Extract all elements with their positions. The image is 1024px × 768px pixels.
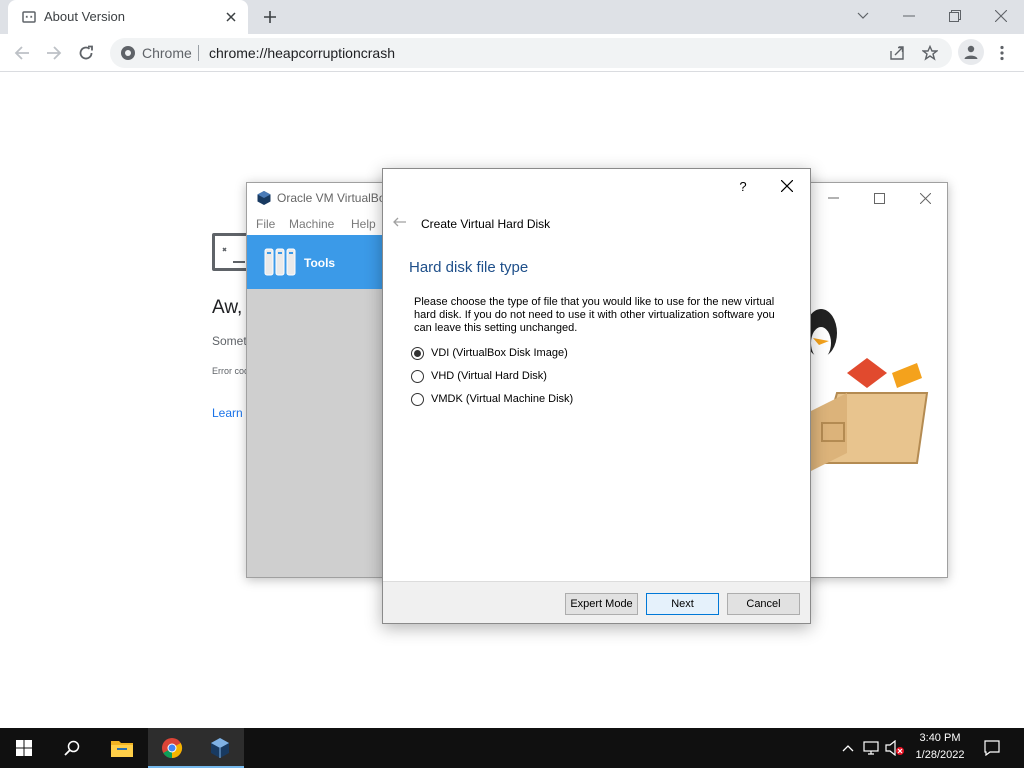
tools-item[interactable]: Tools bbox=[247, 235, 387, 289]
virtualbox-toolbox-illustration bbox=[807, 309, 929, 473]
search-icon bbox=[64, 740, 80, 756]
radio-label: VHD (Virtual Hard Disk) bbox=[431, 370, 547, 382]
tools-icon bbox=[264, 248, 296, 276]
radio-option-vdi[interactable]: VDI (VirtualBox Disk Image) bbox=[411, 345, 568, 361]
chrome-site-icon bbox=[121, 46, 135, 60]
virtualbox-taskbar-button[interactable] bbox=[196, 728, 244, 768]
search-button[interactable] bbox=[48, 728, 96, 768]
restore-icon[interactable] bbox=[932, 2, 978, 30]
wizard-title: Create Virtual Hard Disk bbox=[421, 217, 551, 231]
sad-tab-icon bbox=[22, 11, 36, 23]
crash-body-text: Somet bbox=[212, 334, 247, 348]
back-arrow-icon[interactable] bbox=[8, 39, 36, 67]
forward-arrow-icon[interactable] bbox=[40, 39, 68, 67]
crash-error-code: Error cod bbox=[212, 366, 250, 376]
radio-button[interactable] bbox=[411, 346, 424, 360]
radio-button[interactable] bbox=[411, 392, 424, 406]
vbox-maximize-icon[interactable] bbox=[856, 183, 902, 213]
virtualbox-logo-icon bbox=[211, 738, 229, 758]
network-icon[interactable] bbox=[862, 738, 882, 758]
minimize-icon[interactable] bbox=[886, 2, 932, 30]
chrome-logo-icon bbox=[162, 738, 183, 759]
menu-help[interactable]: Help bbox=[351, 217, 376, 231]
tab-search-chevron-icon[interactable] bbox=[840, 2, 886, 30]
reload-icon[interactable] bbox=[72, 39, 100, 67]
vbox-close-icon[interactable] bbox=[902, 183, 947, 213]
bookmark-star-icon[interactable] bbox=[920, 43, 940, 63]
menu-file[interactable]: File bbox=[256, 217, 275, 231]
tab-close-icon[interactable] bbox=[220, 6, 242, 28]
expert-mode-button[interactable]: Expert Mode bbox=[565, 593, 638, 615]
virtualbox-logo-icon bbox=[257, 191, 271, 205]
windows-taskbar: 3:40 PM 1/28/2022 bbox=[0, 728, 1024, 768]
volume-muted-icon[interactable] bbox=[885, 738, 905, 758]
radio-option-vmdk[interactable]: VMDK (Virtual Machine Disk) bbox=[411, 391, 573, 407]
tab-title: About Version bbox=[44, 9, 125, 24]
tools-label: Tools bbox=[304, 256, 336, 270]
chrome-taskbar-button[interactable] bbox=[148, 728, 196, 768]
dialog-button-bar: Expert Mode Next Cancel bbox=[383, 581, 810, 623]
create-virtual-hard-disk-dialog: ? Create Virtual Hard Disk Hard disk fil… bbox=[382, 168, 811, 624]
omnibox-separator bbox=[198, 45, 199, 61]
help-button[interactable]: ? bbox=[733, 175, 753, 197]
browser-tab-strip: About Version bbox=[0, 0, 1024, 34]
notifications-icon[interactable] bbox=[982, 738, 1002, 758]
address-bar[interactable]: Chrome chrome://heapcorruptioncrash bbox=[110, 38, 952, 68]
page-heading: Hard disk file type bbox=[409, 259, 529, 276]
dialog-close-icon[interactable] bbox=[775, 175, 799, 197]
omnibox-chrome-label: Chrome bbox=[142, 45, 192, 61]
browser-tab[interactable]: About Version bbox=[8, 0, 248, 34]
url-text[interactable]: chrome://heapcorruptioncrash bbox=[209, 45, 395, 61]
radio-button[interactable] bbox=[411, 369, 424, 383]
start-button[interactable] bbox=[0, 728, 48, 768]
cancel-button[interactable]: Cancel bbox=[727, 593, 800, 615]
next-button[interactable]: Next bbox=[646, 593, 719, 615]
profile-avatar-icon[interactable] bbox=[958, 39, 984, 65]
share-icon[interactable] bbox=[887, 43, 907, 63]
folder-icon bbox=[111, 741, 133, 757]
radio-option-vhd[interactable]: VHD (Virtual Hard Disk) bbox=[411, 368, 547, 384]
file-explorer-button[interactable] bbox=[98, 728, 146, 768]
chrome-menu-icon[interactable] bbox=[992, 39, 1012, 67]
learn-more-link[interactable]: Learn bbox=[212, 406, 243, 420]
taskbar-time[interactable]: 3:40 PM bbox=[912, 732, 968, 744]
radio-label: VDI (VirtualBox Disk Image) bbox=[431, 347, 568, 359]
crash-heading: Aw, bbox=[212, 297, 243, 318]
windows-logo-icon bbox=[16, 740, 32, 756]
close-window-icon[interactable] bbox=[978, 2, 1024, 30]
page-description: Please choose the type of file that you … bbox=[414, 296, 775, 334]
taskbar-date[interactable]: 1/28/2022 bbox=[907, 749, 973, 761]
show-hidden-icons-chevron-icon[interactable] bbox=[838, 738, 858, 758]
menu-machine[interactable]: Machine bbox=[289, 217, 334, 231]
vbox-window-title: Oracle VM VirtualBox bbox=[277, 191, 392, 205]
new-tab-button[interactable] bbox=[258, 6, 282, 28]
radio-label: VMDK (Virtual Machine Disk) bbox=[431, 393, 574, 405]
browser-toolbar: Chrome chrome://heapcorruptioncrash bbox=[0, 34, 1024, 72]
back-arrow-icon[interactable] bbox=[391, 214, 407, 230]
vbox-minimize-icon[interactable] bbox=[810, 183, 856, 213]
